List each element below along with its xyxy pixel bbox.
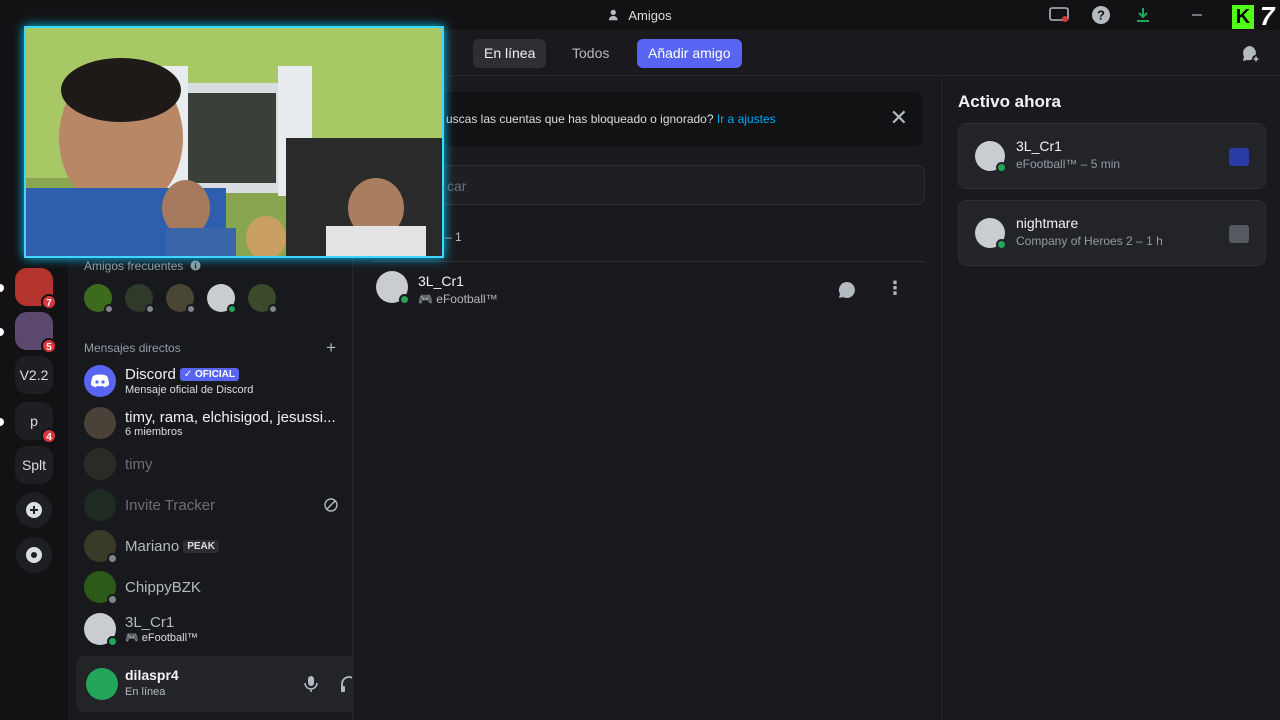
message-icon[interactable] bbox=[838, 281, 856, 304]
blocked-accounts-notice: uscas las cuentas que has bloqueado o ig… bbox=[372, 92, 922, 146]
divider bbox=[372, 261, 925, 262]
microphone-icon[interactable] bbox=[299, 672, 323, 696]
new-group-dm-icon[interactable] bbox=[1240, 44, 1260, 69]
gamepad-icon: 🎮 bbox=[418, 292, 433, 306]
avatar[interactable] bbox=[248, 284, 278, 314]
server-icon-1[interactable]: 7 bbox=[15, 268, 57, 310]
svg-text:?: ? bbox=[1097, 8, 1105, 23]
webcam-overlay bbox=[24, 26, 444, 258]
dm-item-discord[interactable]: Discord ✓ OFICIAL Mensaje oficial de Disc… bbox=[78, 361, 344, 401]
unread-indicator bbox=[0, 284, 4, 292]
avatar bbox=[975, 141, 1007, 173]
friends-header: En línea Todos Añadir amigo bbox=[352, 30, 1280, 76]
dm-item-3l-cr1[interactable]: 3L_Cr1 🎮 eFootball™ bbox=[78, 609, 344, 649]
avatar[interactable] bbox=[84, 284, 114, 314]
more-options-icon[interactable]: ⋮ bbox=[886, 279, 904, 297]
minimize-icon[interactable] bbox=[1186, 5, 1208, 25]
unread-indicator bbox=[0, 328, 4, 336]
dm-item-group[interactable]: timy, rama, elchisigod, jesussi... 6 mie… bbox=[78, 403, 344, 443]
discord-logo-icon bbox=[84, 365, 116, 397]
official-badge: ✓ OFICIAL bbox=[179, 368, 240, 381]
server-icon-v22[interactable]: V2.2 bbox=[15, 356, 53, 394]
tab-online[interactable]: En línea bbox=[473, 39, 547, 68]
server-icon-splt[interactable]: Splt bbox=[15, 446, 53, 484]
game-icon bbox=[1229, 225, 1249, 243]
dm-item-chippybzk[interactable]: ChippyBZK bbox=[78, 567, 344, 607]
avatar bbox=[84, 571, 118, 605]
kick-logo: K bbox=[1232, 5, 1254, 29]
notification-badge: 7 bbox=[41, 294, 57, 310]
tab-all[interactable]: Todos bbox=[561, 39, 620, 68]
online-count: – 1 bbox=[445, 230, 462, 244]
explore-icon[interactable] bbox=[16, 537, 52, 573]
close-icon[interactable]: ✕ bbox=[890, 107, 908, 129]
seven-logo: 7 bbox=[1260, 1, 1275, 31]
avatar bbox=[376, 271, 410, 305]
blocked-icon bbox=[324, 498, 338, 512]
add-server-icon[interactable] bbox=[16, 492, 52, 528]
activity-card[interactable]: 3L_Cr1 eFootball™ – 5 min bbox=[958, 123, 1266, 189]
group-avatar bbox=[84, 407, 116, 439]
peak-tag: PEAK bbox=[183, 539, 219, 553]
avatar bbox=[84, 530, 118, 564]
notification-badge: 5 bbox=[41, 338, 57, 354]
dm-item-timy[interactable]: timy bbox=[78, 444, 344, 484]
game-icon bbox=[1229, 148, 1249, 166]
window-title: Amigos bbox=[0, 8, 1280, 23]
direct-messages-header: Mensajes directos + bbox=[84, 338, 336, 358]
avatar[interactable] bbox=[207, 284, 237, 314]
dm-item-mariano[interactable]: Mariano PEAK bbox=[78, 526, 344, 566]
search-input[interactable]: car bbox=[372, 165, 925, 205]
notification-badge: 4 bbox=[41, 428, 57, 444]
friend-row[interactable]: 3L_Cr1 🎮 eFootball™ ⋮ bbox=[372, 266, 925, 312]
avatar[interactable] bbox=[166, 284, 196, 314]
avatar bbox=[84, 613, 118, 647]
active-now-panel: Activo ahora 3L_Cr1 eFootball™ – 5 min n… bbox=[941, 76, 1280, 720]
avatar bbox=[84, 448, 116, 480]
new-dm-button[interactable]: + bbox=[326, 338, 336, 358]
download-icon[interactable] bbox=[1132, 5, 1154, 25]
gamepad-icon: 🎮 bbox=[125, 632, 139, 644]
help-icon[interactable]: ? bbox=[1090, 5, 1112, 25]
avatar bbox=[975, 218, 1007, 250]
frequent-friends-label: Amigos frecuentes bbox=[84, 259, 201, 273]
frequent-friends-row bbox=[84, 284, 278, 314]
unread-indicator bbox=[0, 418, 4, 426]
settings-link[interactable]: Ir a ajustes bbox=[717, 112, 776, 126]
server-icon-2[interactable]: 5 bbox=[15, 312, 57, 354]
dm-item-invite-tracker[interactable]: Invite Tracker bbox=[78, 485, 344, 525]
avatar bbox=[84, 489, 116, 521]
avatar[interactable] bbox=[125, 284, 155, 314]
friends-icon bbox=[609, 9, 618, 21]
info-icon bbox=[190, 260, 201, 271]
screen-share-icon[interactable] bbox=[1048, 5, 1070, 25]
user-avatar[interactable] bbox=[86, 668, 118, 700]
server-icon-p[interactable]: p 4 bbox=[15, 402, 57, 444]
activity-card[interactable]: nightmare Company of Heroes 2 – 1 h bbox=[958, 200, 1266, 266]
add-friend-button[interactable]: Añadir amigo bbox=[637, 39, 742, 68]
webcam-image bbox=[26, 28, 442, 256]
